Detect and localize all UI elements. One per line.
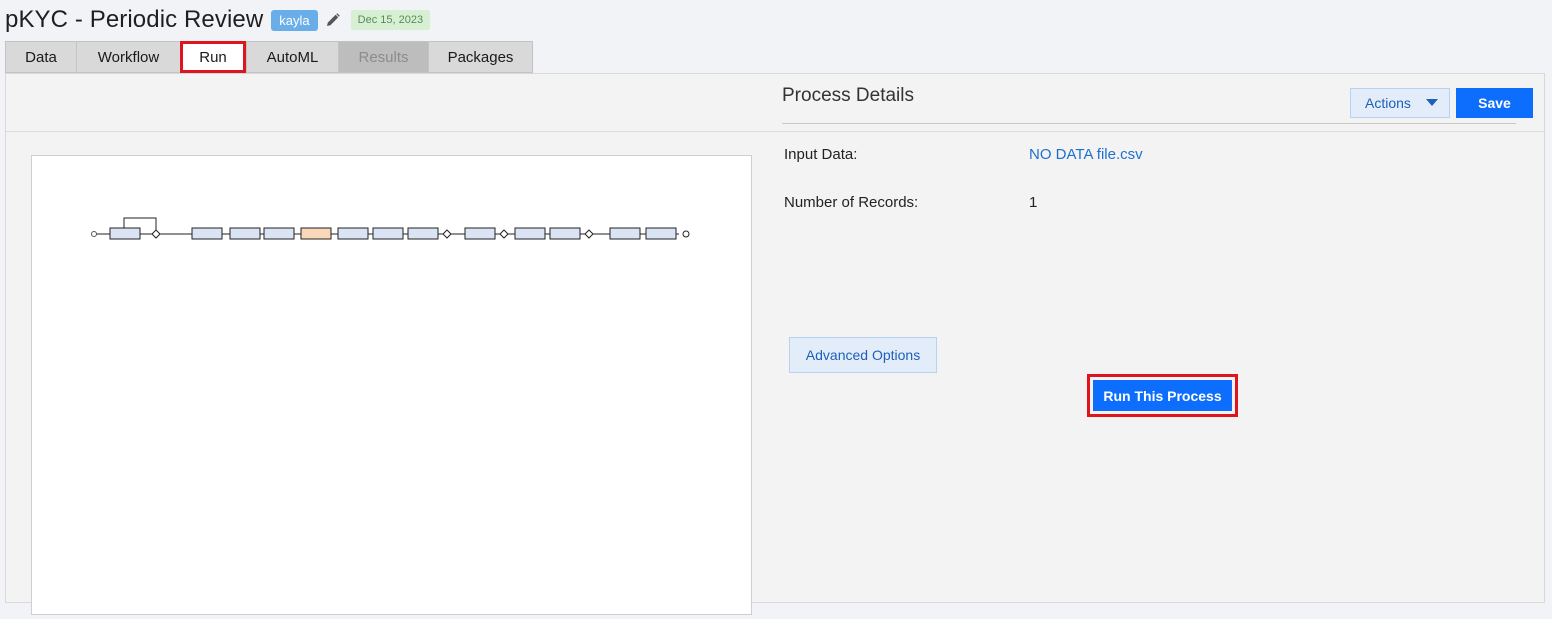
date-badge: Dec 15, 2023 bbox=[350, 10, 431, 30]
tab-data[interactable]: Data bbox=[5, 41, 76, 73]
pencil-icon[interactable] bbox=[325, 12, 341, 28]
page-title: pKYC - Periodic Review bbox=[5, 6, 264, 33]
workflow-node bbox=[337, 227, 369, 240]
tab-workflow[interactable]: Workflow bbox=[76, 41, 180, 73]
page-header: pKYC - Periodic Review kayla Dec 15, 202… bbox=[5, 4, 431, 36]
tab-packages[interactable]: Packages bbox=[428, 41, 533, 73]
workflow-node bbox=[514, 227, 546, 240]
workflow-canvas[interactable] bbox=[31, 155, 752, 615]
run-process-button[interactable]: Run This Process bbox=[1093, 380, 1232, 411]
workflow-node bbox=[191, 227, 223, 240]
workflow-node bbox=[407, 227, 439, 240]
workflow-node bbox=[109, 227, 141, 240]
workflow-diagram bbox=[91, 217, 690, 240]
details-title: Process Details bbox=[782, 81, 1516, 124]
workflow-node bbox=[609, 227, 641, 240]
gateway-node bbox=[584, 229, 594, 239]
workflow-node bbox=[263, 227, 295, 240]
gateway-node bbox=[151, 229, 161, 239]
tab-run[interactable]: Run bbox=[180, 41, 246, 73]
tab-bar: Data Workflow Run AutoML Results Package… bbox=[5, 41, 533, 73]
workflow-node bbox=[229, 227, 261, 240]
records-label: Number of Records: bbox=[784, 194, 919, 211]
workflow-node-highlighted bbox=[300, 227, 332, 240]
workflow-node bbox=[464, 227, 496, 240]
start-node bbox=[91, 231, 97, 237]
tab-results: Results bbox=[338, 41, 428, 73]
input-data-link[interactable]: NO DATA file.csv bbox=[1029, 146, 1143, 163]
end-node bbox=[682, 230, 690, 238]
records-value: 1 bbox=[1029, 194, 1038, 211]
advanced-options-button[interactable]: Advanced Options bbox=[789, 337, 937, 373]
workflow-node bbox=[372, 227, 404, 240]
input-data-label: Input Data: bbox=[784, 146, 858, 163]
workflow-node bbox=[549, 227, 581, 240]
gateway-node bbox=[442, 229, 452, 239]
workflow-node bbox=[645, 227, 677, 240]
run-button-highlight: Run This Process bbox=[1087, 374, 1238, 417]
tab-automl[interactable]: AutoML bbox=[246, 41, 338, 73]
gateway-node bbox=[499, 229, 509, 239]
process-details: Process Details Input Data: NO DATA file… bbox=[782, 81, 1516, 211]
run-panel: Actions Save bbox=[5, 73, 1545, 615]
user-badge[interactable]: kayla bbox=[271, 9, 318, 31]
